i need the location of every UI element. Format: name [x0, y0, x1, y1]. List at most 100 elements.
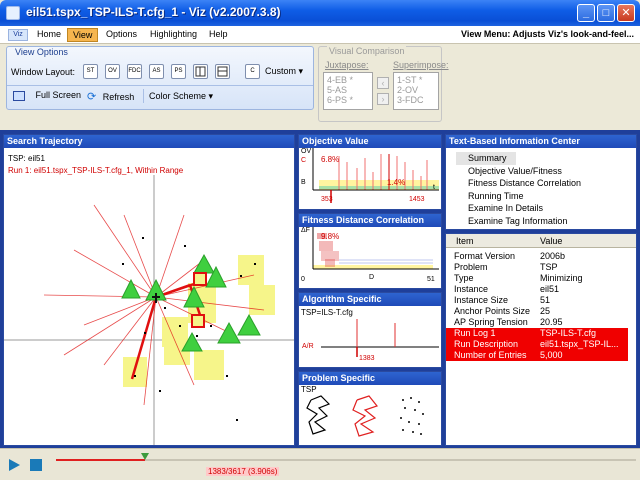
color-scheme-dropdown[interactable]: Color Scheme ▾ — [149, 91, 213, 102]
table-row[interactable]: Run Log 1 TSP-ILS-T.cfg — [446, 328, 628, 339]
problem-specific-panel[interactable]: Problem Specific TSP — [298, 371, 442, 446]
list-item[interactable]: 2-OV — [397, 85, 435, 95]
move-right-button[interactable]: › — [377, 93, 389, 105]
timeline-slider[interactable] — [56, 453, 636, 467]
view-options-group: View Options Window Layout: ST OV FDC AS… — [6, 46, 314, 110]
row-item: Run Description — [454, 339, 519, 349]
list-item[interactable]: 4-EB * — [327, 75, 369, 85]
menu-hint-text: View Menu: Adjusts Viz's look-and-feel..… — [460, 29, 634, 39]
layout-c-button[interactable]: C — [245, 64, 260, 79]
minimize-button[interactable]: _ — [577, 4, 595, 22]
full-screen-button[interactable]: Full Screen — [13, 90, 81, 101]
algorithm-axis-label: A/R — [302, 343, 314, 350]
play-button[interactable] — [6, 457, 22, 473]
ov-axis-label: OV — [301, 148, 312, 155]
col-value[interactable]: Value — [540, 236, 562, 246]
search-trajectory-panel[interactable]: Search Trajectory TSP: eil51 Run 1: eil5… — [3, 134, 295, 446]
ov-tick-left: 353 — [321, 196, 333, 203]
row-value: TSP-ILS-T.cfg — [540, 328, 597, 338]
juxtapose-list[interactable]: 4-EB * 5-AS 6-PS * — [323, 72, 373, 110]
fdc-y-axis-label: ΔF — [301, 227, 310, 234]
row-item: AP Spring Tension — [454, 317, 528, 327]
visual-comparison-title: Visual Comparison — [327, 46, 407, 56]
move-left-button[interactable]: ‹ — [377, 77, 389, 89]
row-item: Run Log 1 — [454, 328, 496, 338]
panel-title: Search Trajectory — [4, 135, 294, 148]
dropdown-arrow-icon: ▾ — [298, 66, 304, 76]
arrow-right-icon: › — [381, 94, 385, 104]
app-window: eil51.tspx_TSP-ILS-T.cfg_1 - Viz (v2.200… — [0, 0, 640, 480]
menu-view[interactable]: View — [67, 28, 99, 42]
custom-layout-dropdown[interactable]: Custom ▾ — [265, 66, 303, 77]
slider-thumb[interactable] — [140, 453, 149, 461]
visual-comparison-group: Visual Comparison Juxtapose: 4-EB * 5-AS… — [318, 46, 449, 122]
problem-tours — [306, 395, 424, 437]
custom-label: Custom — [265, 66, 297, 76]
arrow-left-icon: ‹ — [381, 78, 385, 88]
tree-item-summary[interactable]: Summary — [456, 152, 516, 165]
row-value: 51 — [540, 295, 551, 305]
table-row[interactable]: Type Minimizing — [446, 273, 628, 284]
fdc-grid — [339, 259, 433, 264]
text-info-tree[interactable]: Summary Objective Value/Fitness Fitness … — [456, 152, 581, 227]
tour-red — [352, 395, 379, 437]
text-info-panel[interactable]: Text-Based Information Center Summary Ob… — [445, 134, 637, 230]
layout-st-button[interactable]: ST — [83, 64, 98, 79]
algorithm-specific-panel[interactable]: Algorithm Specific TSP=ILS-T.cfg A/R 138… — [298, 292, 442, 368]
list-item[interactable]: 3-FDC — [397, 95, 435, 105]
fdc-tick-right: 51 — [427, 276, 435, 283]
layout-split-a-button[interactable] — [193, 64, 208, 79]
trajectory-canvas[interactable] — [4, 175, 294, 445]
refresh-button[interactable]: ⟳ Refresh — [87, 90, 134, 103]
list-item[interactable]: 1-ST * — [397, 75, 435, 85]
tree-item-examine-tag[interactable]: Examine Tag Information — [456, 215, 581, 228]
menu-help[interactable]: Help — [204, 28, 233, 42]
row-item: Instance — [454, 284, 489, 294]
viz-app-icon — [6, 6, 20, 20]
divider — [7, 85, 313, 86]
table-row[interactable]: AP Spring Tension 20.95 — [446, 317, 628, 328]
table-row[interactable]: Format Version 2006b — [446, 251, 628, 262]
title-bar[interactable]: eil51.tspx_TSP-ILS-T.cfg_1 - Viz (v2.200… — [0, 0, 640, 26]
table-row[interactable]: Instance Size 51 — [446, 295, 628, 306]
window-layout-label: Window Layout: — [11, 67, 76, 77]
row-item: Type — [454, 273, 474, 283]
tree-item-examine-details[interactable]: Examine In Details — [456, 202, 581, 215]
layout-fdc-button[interactable]: FDC — [127, 64, 142, 79]
row-value: 5,000 — [540, 350, 563, 360]
tree-item-fdc[interactable]: Fitness Distance Correlation — [456, 177, 581, 190]
menu-highlighting[interactable]: Highlighting — [145, 28, 202, 42]
split-layout-icon — [195, 66, 206, 77]
menu-home[interactable]: Home — [32, 28, 66, 42]
layout-ps-button[interactable]: PS — [171, 64, 186, 79]
stop-button[interactable] — [30, 459, 42, 471]
tour-black — [306, 395, 331, 435]
properties-panel[interactable]: Item Value Format Version 2006b Problem TSP… — [445, 233, 637, 446]
list-item[interactable]: 6-PS * — [327, 95, 369, 105]
table-row[interactable]: Anchor Points Size 25 — [446, 306, 628, 317]
objective-value-panel[interactable]: Objective Value OV C B 6.8% 1.4% t 353 1… — [298, 134, 442, 210]
close-button[interactable]: ✕ — [617, 4, 635, 22]
view-options-title: View Options — [15, 47, 68, 57]
table-row[interactable]: Instance eil51 — [446, 284, 628, 295]
fdc-panel[interactable]: Fitness Distance Correlation ΔF 9.8% 0 D… — [298, 213, 442, 289]
tree-item-objective[interactable]: Objective Value/Fitness — [456, 165, 581, 178]
row-value: eil51.tspx_TSP-IL... — [540, 339, 619, 349]
app-menu-icon[interactable]: Viz — [8, 29, 28, 41]
row-value: Minimizing — [540, 273, 583, 283]
list-item[interactable]: 5-AS — [327, 85, 369, 95]
tsp-label: TSP: eil51 — [8, 154, 45, 163]
divider — [143, 89, 144, 103]
tree-item-running-time[interactable]: Running Time — [456, 190, 581, 203]
layout-split-b-button[interactable] — [215, 64, 230, 79]
maximize-button[interactable]: □ — [597, 4, 615, 22]
superimpose-list[interactable]: 1-ST * 2-OV 3-FDC — [393, 72, 439, 110]
col-item[interactable]: Item — [456, 236, 474, 246]
layout-ov-button[interactable]: OV — [105, 64, 120, 79]
table-row[interactable]: Problem TSP — [446, 262, 628, 273]
layout-as-button[interactable]: AS — [149, 64, 164, 79]
menu-options[interactable]: Options — [101, 28, 142, 42]
table-row[interactable]: Number of Entries 5,000 — [446, 350, 628, 361]
ov-c-label: C — [301, 157, 307, 164]
table-row[interactable]: Run Description eil51.tspx_TSP-IL... — [446, 339, 628, 350]
